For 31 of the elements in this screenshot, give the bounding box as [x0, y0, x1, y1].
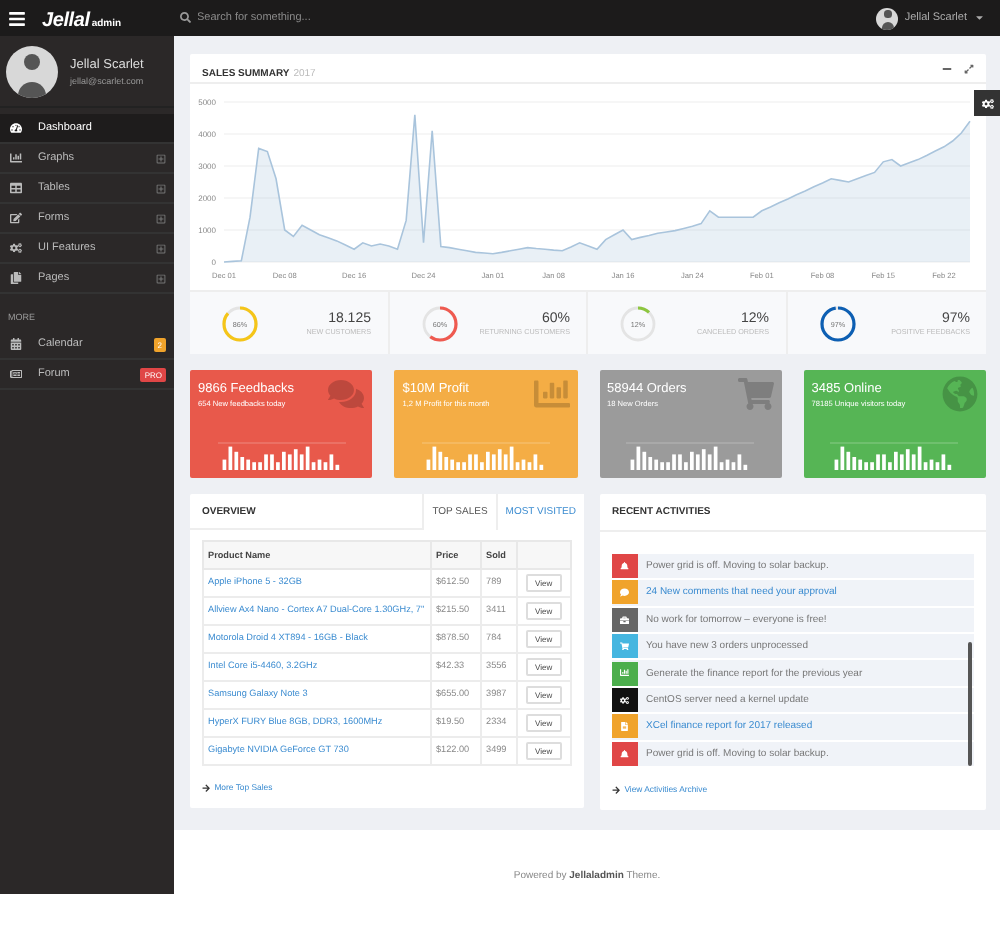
menu-icon[interactable]	[8, 9, 26, 27]
bar-chart-icon	[533, 376, 569, 412]
sparkline	[217, 442, 346, 470]
comments-icon	[328, 376, 365, 412]
calendar-icon	[10, 338, 22, 350]
search-icon	[180, 12, 191, 24]
scrollbar[interactable]	[968, 642, 972, 766]
gears-icon	[10, 242, 22, 254]
sparkline	[626, 442, 755, 470]
newspaper-icon	[10, 368, 22, 380]
pencil-icon	[10, 212, 22, 224]
expand-icon[interactable]	[156, 213, 166, 223]
bar-chart-icon	[10, 152, 22, 164]
expand-icon[interactable]	[156, 153, 166, 163]
cart-icon	[737, 376, 774, 412]
settings-icon[interactable]	[974, 90, 1000, 116]
arrow-icon	[202, 783, 211, 792]
gauge-icon	[10, 122, 22, 134]
caret-icon[interactable]	[973, 12, 984, 24]
expand-icon[interactable]	[156, 273, 166, 283]
arrow-icon	[612, 785, 621, 794]
minimize-icon[interactable]	[942, 63, 952, 73]
expand-icon[interactable]	[964, 63, 974, 73]
sparkline	[830, 442, 959, 470]
table-icon	[10, 182, 22, 194]
globe-icon	[942, 376, 978, 412]
avatar[interactable]	[876, 7, 899, 29]
expand-icon[interactable]	[156, 243, 166, 253]
expand-icon[interactable]	[156, 183, 166, 193]
pages-icon	[10, 272, 22, 284]
sparkline	[421, 442, 550, 470]
